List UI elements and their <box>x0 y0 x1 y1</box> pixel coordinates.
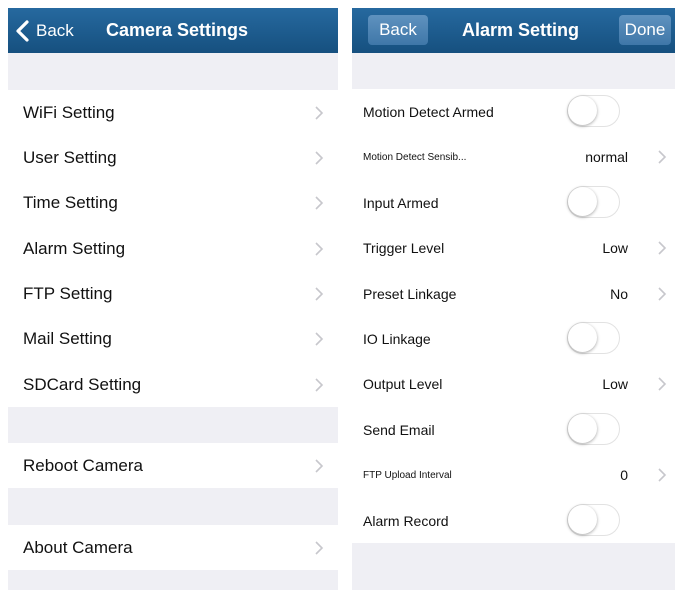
page-title: Camera Settings <box>106 20 249 40</box>
row-send-email: Send Email <box>352 407 675 452</box>
chevron-right-icon <box>315 332 324 346</box>
done-label: Done <box>624 20 666 39</box>
row-input-armed: Input Armed <box>352 180 675 225</box>
back-label: Back <box>379 20 417 39</box>
chevron-right-icon <box>315 540 324 555</box>
row-label: Send Email <box>363 421 435 438</box>
back-button[interactable]: Back <box>368 15 428 45</box>
row-value: Low <box>602 240 628 256</box>
row-alarm-record: Alarm Record <box>352 498 675 543</box>
row-label: Alarm Record <box>363 512 449 529</box>
row-preset-linkage[interactable]: Preset Linkage No <box>352 271 675 316</box>
row-ftp-upload-interval[interactable]: FTP Upload Interval 0 <box>352 452 675 498</box>
back-button[interactable]: Back <box>12 8 74 53</box>
row-label: Reboot Camera <box>23 455 144 475</box>
done-button[interactable]: Done <box>619 15 671 45</box>
chevron-right-icon <box>315 458 324 473</box>
row-value: 0 <box>620 467 628 483</box>
back-label: Back <box>36 20 74 40</box>
row-value: No <box>610 285 628 302</box>
row-label: Trigger Level <box>363 240 445 256</box>
row-label: Output Level <box>363 376 443 392</box>
row-sdcard-setting[interactable]: SDCard Setting <box>8 362 338 407</box>
row-ftp-setting[interactable]: FTP Setting <box>8 271 338 316</box>
row-trigger-level[interactable]: Trigger Level Low <box>352 225 675 271</box>
row-label: Preset Linkage <box>363 285 457 302</box>
row-motion-detect-armed: Motion Detect Armed <box>352 89 675 134</box>
chevron-right-icon <box>658 286 667 301</box>
row-mail-setting[interactable]: Mail Setting <box>8 316 338 362</box>
row-label: Time Setting <box>23 193 118 212</box>
row-label: SDCard Setting <box>23 374 142 394</box>
row-label: IO Linkage <box>363 330 431 347</box>
toggle-knob <box>568 323 597 352</box>
chevron-right-icon <box>315 150 324 165</box>
row-alarm-setting[interactable]: Alarm Setting <box>8 226 338 271</box>
row-reboot-camera[interactable]: Reboot Camera <box>8 443 338 488</box>
row-label: Motion Detect Armed <box>363 103 494 120</box>
alarm-record-toggle[interactable] <box>567 504 620 536</box>
row-label: FTP Upload Interval <box>363 469 452 481</box>
alarm-setting-navbar: Back Alarm Setting Done <box>352 8 675 53</box>
toggle-knob <box>568 505 597 534</box>
alarm-setting-screen: Back Alarm Setting Done Motion Detect Ar… <box>352 8 675 590</box>
page-title: Alarm Setting <box>462 20 580 40</box>
chevron-right-icon <box>658 468 667 482</box>
chevron-right-icon <box>315 377 324 392</box>
row-value: normal <box>585 149 628 165</box>
toggle-knob <box>568 96 597 125</box>
chevron-right-icon <box>315 241 324 256</box>
row-wifi-setting[interactable]: WiFi Setting <box>8 90 338 135</box>
row-motion-detect-sensitivity[interactable]: Motion Detect Sensib... normal <box>352 134 675 180</box>
input-armed-toggle[interactable] <box>567 186 620 218</box>
row-label: Input Armed <box>363 194 439 211</box>
chevron-left-icon <box>16 19 29 42</box>
row-time-setting[interactable]: Time Setting <box>8 180 338 226</box>
chevron-right-icon <box>315 196 324 210</box>
toggle-knob <box>568 414 597 443</box>
row-label: About Camera <box>23 537 133 557</box>
io-linkage-toggle[interactable] <box>567 322 620 354</box>
row-label: Mail Setting <box>23 329 112 348</box>
toggle-knob <box>568 187 597 216</box>
chevron-right-icon <box>315 286 324 301</box>
motion-detect-armed-toggle[interactable] <box>567 95 620 127</box>
send-email-toggle[interactable] <box>567 413 620 445</box>
row-value: Low <box>602 376 628 392</box>
row-label: FTP Setting <box>23 283 113 303</box>
row-io-linkage: IO Linkage <box>352 316 675 361</box>
row-about-camera[interactable]: About Camera <box>8 525 338 570</box>
row-label: WiFi Setting <box>23 102 115 122</box>
row-user-setting[interactable]: User Setting <box>8 135 338 180</box>
row-label: Alarm Setting <box>23 238 126 258</box>
chevron-right-icon <box>658 241 667 255</box>
camera-settings-screen: Back Camera Settings WiFi Setting User S… <box>8 8 338 590</box>
chevron-right-icon <box>315 105 324 120</box>
chevron-right-icon <box>658 377 667 391</box>
row-output-level[interactable]: Output Level Low <box>352 361 675 407</box>
camera-settings-navbar: Back Camera Settings <box>8 8 338 53</box>
chevron-right-icon <box>658 150 667 164</box>
row-label: User Setting <box>23 147 117 167</box>
row-label: Motion Detect Sensib... <box>363 151 467 163</box>
